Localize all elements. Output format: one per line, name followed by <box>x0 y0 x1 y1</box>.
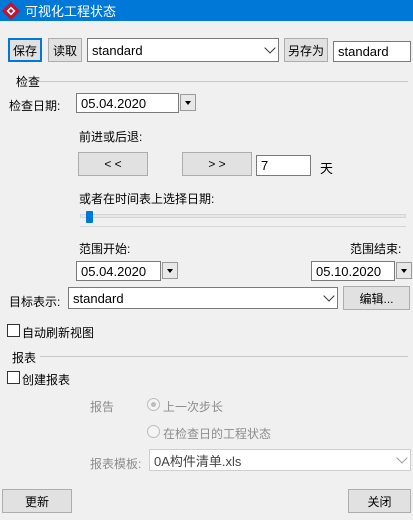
timeline-slider-track[interactable] <box>80 214 406 218</box>
target-select-value: standard <box>73 290 124 306</box>
range-end-label: 范围结束: <box>350 242 402 256</box>
step-days-input[interactable]: 7 <box>256 155 311 176</box>
timeline-slider-thumb[interactable] <box>86 211 94 223</box>
template-label: 报表模板: <box>90 457 142 471</box>
report-section-label: 报表 <box>12 351 37 365</box>
step-back-button[interactable]: < < <box>78 152 148 176</box>
step-label: 前进或后退: <box>79 130 143 144</box>
timeline-slider-ticks <box>80 226 406 230</box>
chevron-down-icon <box>396 452 408 464</box>
range-start-input[interactable]: 05.04.2020 <box>76 261 161 281</box>
load-button[interactable]: 读取 <box>48 38 82 62</box>
chevron-down-icon <box>323 290 335 302</box>
target-select[interactable]: standard <box>68 287 338 309</box>
create-report-label: 创建报表 <box>22 373 71 387</box>
preset-select-value: standard <box>92 42 143 58</box>
last-step-radio[interactable] <box>147 398 160 411</box>
create-report-checkbox[interactable] <box>7 371 20 384</box>
check-date-label: 检查日期: <box>9 99 61 113</box>
refresh-button[interactable]: 更新 <box>2 489 72 513</box>
report-section-divider <box>40 356 408 357</box>
days-unit-label: 天 <box>320 161 334 176</box>
triangle-down-icon <box>167 268 173 273</box>
preset-select[interactable]: standard <box>87 38 279 62</box>
title-bar: 可视化工程状态 <box>0 0 413 21</box>
range-start-label: 范围开始: <box>79 242 131 256</box>
save-button[interactable]: 保存 <box>8 38 42 62</box>
range-end-dropdown-button[interactable] <box>396 262 412 279</box>
check-date-dropdown-button[interactable] <box>180 94 196 111</box>
report-label: 报告 <box>90 400 115 414</box>
check-date-input[interactable]: 05.04.2020 <box>76 93 179 113</box>
status-at-date-label: 在检查日的工程状态 <box>163 427 272 441</box>
range-end-input[interactable]: 05.10.2020 <box>311 261 395 281</box>
triangle-down-icon <box>185 100 191 105</box>
app-logo-icon <box>1 1 21 20</box>
chevron-down-icon <box>264 42 276 54</box>
auto-refresh-checkbox[interactable] <box>7 324 20 337</box>
save-as-button[interactable]: 另存为 <box>284 38 328 62</box>
template-select-value: 0A构件清单.xls <box>154 453 242 469</box>
step-forward-button[interactable]: > > <box>182 152 252 176</box>
edit-button[interactable]: 编辑... <box>343 286 410 310</box>
check-section-label: 检查 <box>16 75 41 89</box>
auto-refresh-label: 自动刷新视图 <box>22 326 95 340</box>
triangle-down-icon <box>401 268 407 273</box>
close-button[interactable]: 关闭 <box>348 489 411 513</box>
timeline-label: 或者在时间表上选择日期: <box>79 192 215 206</box>
template-select[interactable]: 0A构件清单.xls <box>149 449 411 471</box>
save-as-name-input[interactable]: standard <box>333 41 411 62</box>
window-title: 可视化工程状态 <box>25 4 117 19</box>
range-start-dropdown-button[interactable] <box>162 262 178 279</box>
target-label: 目标表示: <box>9 295 61 309</box>
status-at-date-radio[interactable] <box>147 425 160 438</box>
last-step-label: 上一次步长 <box>163 400 224 414</box>
check-section-divider <box>40 81 408 82</box>
